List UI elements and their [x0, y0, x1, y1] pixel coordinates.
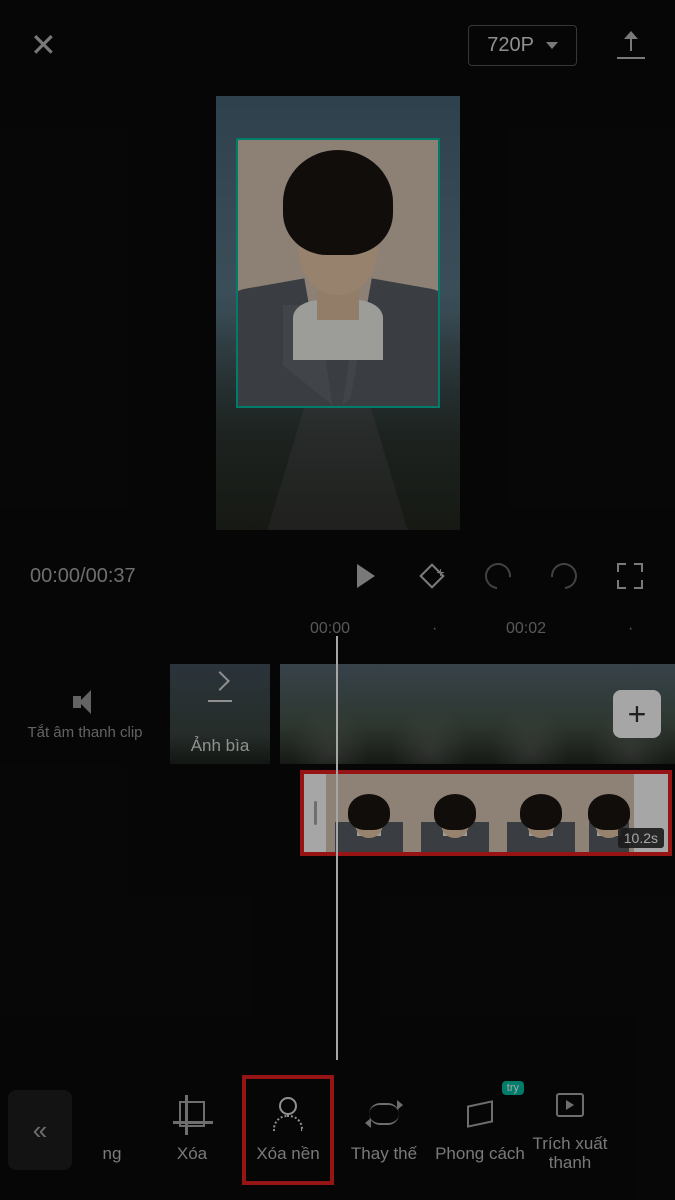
video-canvas[interactable] [216, 96, 460, 530]
undo-button[interactable] [483, 561, 513, 591]
cover-thumb-button[interactable]: Ảnh bìa [170, 664, 270, 764]
video-frame[interactable] [380, 664, 480, 764]
play-button[interactable] [351, 561, 381, 591]
overlay-frame[interactable] [326, 774, 412, 852]
toolbar-extract-audio[interactable]: Trích xuất thanh [530, 1075, 610, 1185]
toolbar-item-prev[interactable]: ng [82, 1075, 142, 1185]
keyframe-button[interactable]: + [417, 561, 447, 591]
mute-label: Tắt âm thanh clip [27, 724, 142, 741]
top-bar: ✕ 720P [0, 0, 675, 90]
ruler-dot: · [432, 620, 437, 638]
cover-label: Ảnh bìa [191, 736, 250, 756]
playback-controls: 00:00/00:37 + [0, 546, 675, 606]
toolbar-label: Xóa nền [256, 1144, 319, 1164]
toolbar-label: Thay thế [351, 1144, 417, 1164]
add-clip-button[interactable]: + [613, 690, 661, 738]
cube-icon [465, 1099, 495, 1129]
try-badge: try [502, 1081, 524, 1095]
main-video-track[interactable]: + [280, 664, 675, 764]
ruler-tick: 00:00 [310, 620, 350, 638]
crop-icon [179, 1101, 205, 1127]
toolbar-delete[interactable]: Xóa [146, 1075, 238, 1185]
clip-handle-left[interactable] [304, 774, 326, 852]
person-cutout-icon [273, 1097, 303, 1131]
overlay-selection-frame[interactable] [236, 138, 440, 408]
mute-clip-button[interactable]: Tắt âm thanh clip [0, 664, 170, 764]
ruler-dot: · [628, 620, 633, 638]
resolution-selector[interactable]: 720P [468, 25, 577, 66]
toolbar-replace[interactable]: Thay thế [338, 1075, 430, 1185]
toolbar-label: Phong cách [435, 1144, 525, 1164]
close-button[interactable]: ✕ [30, 26, 57, 64]
video-frame[interactable] [280, 664, 380, 764]
toolbar-label: Trích xuất thanh [530, 1135, 610, 1172]
toolbar-remove-background[interactable]: Xóa nền [242, 1075, 334, 1185]
toolbar-back-button[interactable]: « [8, 1090, 72, 1170]
fullscreen-button[interactable] [615, 561, 645, 591]
time-display: 00:00/00:37 [30, 565, 315, 588]
speaker-icon [71, 688, 99, 716]
overlay-frame[interactable] [498, 774, 584, 852]
toolbar-label: ng [103, 1144, 122, 1164]
toolbar-style[interactable]: try Phong cách [434, 1075, 526, 1185]
preview-area[interactable] [0, 90, 675, 546]
toolbar-label: Xóa [177, 1144, 207, 1164]
overlay-clip[interactable]: 10.2s [304, 774, 668, 852]
ruler-tick: 00:02 [506, 620, 546, 638]
clip-duration-badge: 10.2s [618, 828, 664, 848]
bottom-toolbar: « ng Xóa Xóa nền Thay thế try Phong cách… [0, 1060, 675, 1200]
export-button[interactable] [617, 31, 645, 59]
repeat-icon [369, 1103, 399, 1125]
redo-button[interactable] [549, 561, 579, 591]
video-frame[interactable] [480, 664, 580, 764]
chevron-down-icon [546, 42, 558, 49]
overlay-frame[interactable] [412, 774, 498, 852]
extract-icon [556, 1093, 584, 1117]
resolution-value: 720P [487, 34, 534, 57]
playhead[interactable] [336, 636, 338, 1060]
overlay-track-highlight: 10.2s [300, 770, 672, 856]
